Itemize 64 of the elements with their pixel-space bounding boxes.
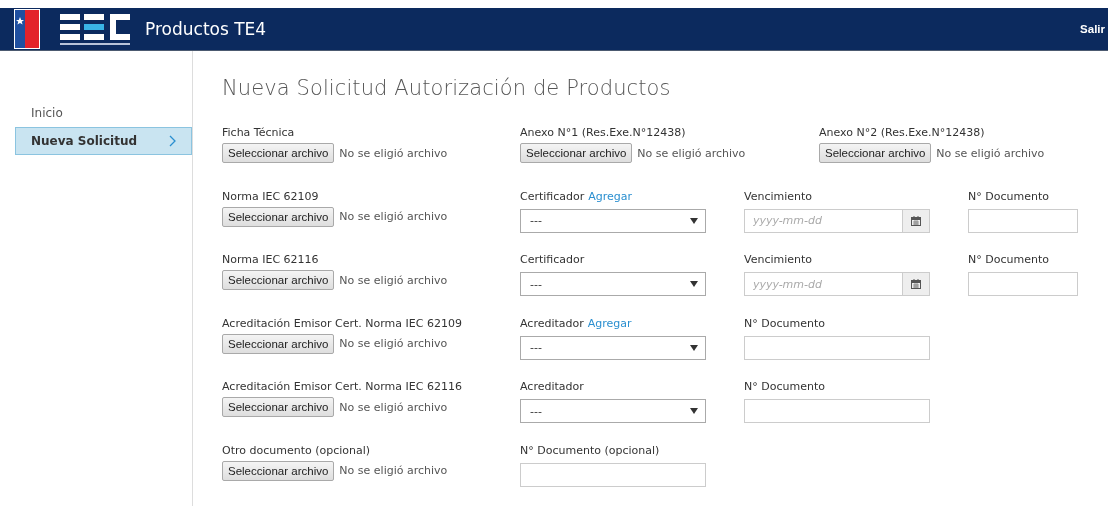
document-number-field[interactable] — [968, 272, 1078, 296]
file-status: No se eligió archivo — [936, 146, 1045, 160]
dropdown[interactable]: --- — [520, 208, 706, 233]
sidebar-item[interactable]: Nueva Solicitud — [15, 127, 192, 155]
field-label: Anexo N°2 (Res.Exe.N°12438) — [819, 126, 985, 141]
file-status: No se eligió archivo — [339, 337, 448, 350]
flag-logo-icon — [14, 9, 40, 49]
sidebar-item[interactable]: Inicio — [15, 99, 192, 127]
choose-file-button[interactable]: Seleccionar archivo — [222, 143, 335, 163]
calendar-button[interactable] — [902, 272, 930, 296]
calendar-icon — [911, 215, 921, 226]
file-status: No se eligió archivo — [339, 146, 448, 160]
field-label: Norma IEC 62109 — [222, 189, 319, 205]
field-label: Acreditador — [520, 380, 584, 395]
field-label: Norma IEC 62116 — [222, 253, 319, 268]
file-status: No se eligió archivo — [339, 464, 448, 477]
file-status: No se eligió archivo — [339, 273, 448, 287]
choose-file-button[interactable]: Seleccionar archivo — [222, 460, 335, 481]
page-title: Nueva Solicitud Autorización de Productos — [222, 76, 672, 100]
document-number-field[interactable] — [744, 399, 930, 423]
field-label: N° Documento (opcional) — [520, 443, 660, 459]
field-label: Acreditación Emisor Cert. Norma IEC 62109 — [222, 316, 462, 332]
choose-file-button[interactable]: Seleccionar archivo — [222, 270, 335, 290]
dropdown[interactable]: --- — [520, 399, 706, 423]
field-label: Certificador — [520, 189, 585, 205]
document-number-field[interactable] — [744, 335, 930, 360]
file-status: No se eligió archivo — [637, 146, 746, 160]
caret-icon — [690, 408, 698, 414]
document-number-field[interactable] — [968, 208, 1078, 233]
choose-file-button[interactable]: Seleccionar archivo — [222, 397, 335, 417]
chevron-right-icon — [169, 135, 177, 147]
field-label: N° Documento — [968, 253, 1049, 268]
dropdown[interactable]: --- — [520, 272, 706, 296]
date-field[interactable]: yyyy-mm-dd — [744, 208, 902, 233]
choose-file-button[interactable]: Seleccionar archivo — [222, 206, 335, 227]
add-link[interactable]: Agregar — [587, 316, 632, 334]
add-link[interactable]: Agregar — [588, 189, 633, 207]
field-label: Otro documento (opcional) — [222, 443, 371, 459]
field-label: Anexo N°1 (Res.Exe.N°12438) — [520, 126, 686, 141]
file-status: No se eligió archivo — [339, 400, 448, 414]
caret-icon — [690, 281, 698, 287]
date-field[interactable]: yyyy-mm-dd — [744, 272, 902, 296]
calendar-icon — [911, 279, 921, 289]
calendar-button[interactable] — [902, 208, 930, 233]
logo-icon — [60, 11, 132, 47]
field-label: Certificador — [520, 253, 585, 268]
field-label: N° Documento — [744, 380, 825, 395]
document-number-field[interactable] — [520, 462, 706, 487]
field-label: N° Documento — [744, 316, 825, 332]
dropdown[interactable]: --- — [520, 335, 706, 360]
choose-file-button[interactable]: Seleccionar archivo — [819, 143, 932, 163]
field-label: Acreditación Emisor Cert. Norma IEC 62116 — [222, 380, 462, 395]
logout-link[interactable]: Salir — [1080, 23, 1105, 35]
caret-icon — [690, 217, 698, 224]
field-label: Vencimiento — [744, 253, 813, 268]
app-title: Productos TE4 — [145, 19, 267, 39]
field-label: Vencimiento — [744, 189, 813, 205]
caret-icon — [690, 344, 698, 351]
choose-file-button[interactable]: Seleccionar archivo — [222, 333, 335, 354]
field-label: N° Documento — [968, 189, 1049, 205]
file-status: No se eligió archivo — [339, 210, 448, 223]
field-label: Ficha Técnica — [222, 126, 295, 141]
choose-file-button[interactable]: Seleccionar archivo — [520, 143, 633, 163]
field-label: Acreditador — [520, 316, 584, 332]
